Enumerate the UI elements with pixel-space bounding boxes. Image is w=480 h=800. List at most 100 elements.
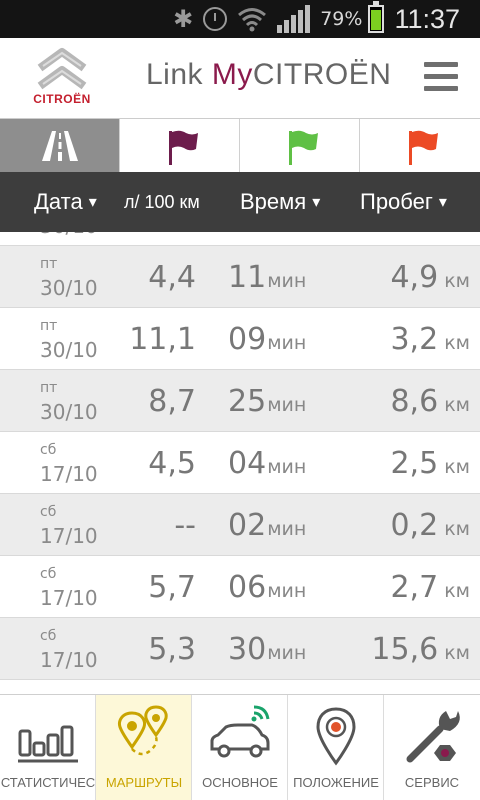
table-header: Дата ▾ л/ 100 км Время ▾ Пробег ▾ — [0, 172, 480, 232]
time-unit: мин — [267, 518, 307, 540]
trip-distance: 2,7 км — [390, 570, 470, 605]
column-time-label: Время — [240, 189, 307, 214]
trip-day: сб — [40, 504, 57, 520]
time-unit: мин — [267, 394, 307, 416]
table-row[interactable]: сб 17/10 -- 02мин 0,2 км — [0, 494, 480, 556]
tab-flag-red[interactable] — [360, 119, 480, 173]
trip-distance-value: 0,7 — [390, 232, 438, 233]
sort-arrow-icon: ▾ — [438, 194, 447, 211]
nav-routes[interactable]: МАРШРУТЫ — [96, 695, 192, 800]
distance-unit: км — [444, 394, 470, 416]
trip-distance: 0,2 км — [390, 508, 470, 543]
trip-consumption: 11,1 — [129, 322, 196, 357]
trip-consumption: -- — [174, 232, 196, 233]
time-unit: мин — [267, 332, 307, 354]
table-row[interactable]: сб 17/10 5,3 30мин 15,6 км — [0, 618, 480, 680]
trip-duration: 11мин — [228, 260, 306, 295]
trip-duration: 02мин — [228, 508, 306, 543]
trip-day: сб — [40, 628, 57, 644]
location-pin-icon — [316, 707, 356, 766]
trip-distance: 0,7км — [390, 232, 470, 233]
routes-icon — [118, 705, 168, 756]
tab-flag-purple[interactable] — [120, 119, 240, 173]
app-title-suffix: CITROËN — [252, 58, 392, 91]
trip-distance-value: 4,9 — [390, 260, 439, 295]
trip-consumption: -- — [174, 508, 196, 543]
nav-location[interactable]: ПОЛОЖЕНИЕ — [288, 695, 384, 800]
table-row[interactable]: сб 17/10 4,5 04мин 2,5 км — [0, 432, 480, 494]
distance-unit: км — [444, 518, 470, 540]
time-unit: мин — [267, 270, 307, 292]
bottom-navigation: СТАТИСТИЧЕС МАРШРУТЫ ОСНОВНОЕ ПОЛОЖЕНИЕ — [0, 694, 480, 800]
sort-by-time[interactable]: Время ▾ — [240, 172, 320, 232]
citroen-logo: CITROËN — [24, 46, 100, 112]
column-distance-label: Пробег — [360, 189, 433, 214]
distance-unit: км — [444, 332, 470, 354]
hamburger-menu-icon[interactable] — [424, 62, 458, 92]
alarm-icon — [203, 7, 228, 31]
table-row[interactable]: сб 17/10 5,7 06мин 2,7 км — [0, 556, 480, 618]
time-unit: мин — [267, 456, 307, 478]
distance-unit: км — [444, 642, 470, 664]
statistics-icon — [18, 725, 78, 763]
nav-service[interactable]: СЕРВИС — [384, 695, 480, 800]
trip-date: 17/10 — [40, 462, 98, 486]
trip-date: 30/10 — [40, 338, 98, 362]
table-row[interactable]: пт 30/10 8,7 25мин 8,6 км — [0, 370, 480, 432]
trip-rows: пт30/10--02мин0,7кмпт30/104,411мин4,9кмп… — [0, 232, 480, 680]
flag-icon — [409, 130, 438, 165]
app-title-prefix: Link — [146, 58, 212, 91]
road-icon — [42, 131, 78, 161]
trip-day: сб — [40, 566, 57, 582]
tab-flag-green[interactable] — [240, 119, 360, 173]
trip-day: пт — [40, 380, 58, 396]
trip-duration: 30мин — [228, 632, 306, 667]
trip-day: сб — [40, 442, 57, 458]
nav-label: МАРШРУТЫ — [105, 775, 183, 790]
trip-duration-value: 06 — [228, 570, 267, 605]
column-consumption[interactable]: л/ 100 км — [124, 172, 204, 232]
trip-distance: 3,2 км — [390, 322, 470, 357]
app-title-my: My — [211, 58, 253, 91]
trip-date: 17/10 — [40, 524, 98, 548]
trip-duration-value: 04 — [228, 446, 267, 481]
trip-list[interactable]: пт30/10--02мин0,7кмпт30/104,411мин4,9кмп… — [0, 232, 480, 694]
trip-consumption: 5,3 — [148, 632, 196, 667]
trip-duration-value: 25 — [228, 384, 267, 419]
nav-overview[interactable]: ОСНОВНОЕ — [192, 695, 288, 800]
nav-label: СЕРВИС — [404, 775, 460, 790]
tab-all-trips[interactable] — [0, 119, 120, 173]
flag-icon — [289, 130, 318, 165]
trip-duration-value: 30 — [228, 632, 267, 667]
trip-date: 17/10 — [40, 648, 98, 672]
sort-by-date[interactable]: Дата ▾ — [34, 172, 97, 232]
trip-date: 30/10 — [40, 232, 98, 238]
column-consumption-label: л/ 100 км — [124, 192, 200, 212]
trip-date: 30/10 — [40, 400, 98, 424]
trip-duration: 25мин — [228, 384, 306, 419]
trip-distance-value: 8,6 — [390, 384, 439, 419]
trip-duration-value: 09 — [228, 322, 267, 357]
sort-by-distance[interactable]: Пробег ▾ — [360, 172, 447, 232]
car-icon — [210, 705, 270, 758]
trip-consumption: 4,5 — [148, 446, 196, 481]
wifi-icon — [237, 6, 267, 32]
trip-consumption: 8,7 — [148, 384, 196, 419]
trip-duration: 02мин — [228, 232, 306, 233]
nav-statistics[interactable]: СТАТИСТИЧЕС — [0, 695, 96, 800]
distance-unit: км — [444, 580, 470, 602]
table-row[interactable]: пт30/10--02мин0,7км — [0, 232, 480, 246]
table-row[interactable]: пт 30/10 11,1 09мин 3,2 км — [0, 308, 480, 370]
status-bar: ✱ 79% 11:37 — [0, 0, 480, 38]
trip-day: пт — [40, 318, 58, 334]
trip-duration-value: 02 — [228, 232, 266, 233]
signal-icon — [277, 5, 311, 33]
service-tools-icon — [406, 711, 460, 763]
time-unit: мин — [267, 642, 307, 664]
bluetooth-icon: ✱ — [173, 5, 194, 33]
table-row[interactable]: пт 30/10 4,4 11мин 4,9 км — [0, 246, 480, 308]
trip-date: 17/10 — [40, 586, 98, 610]
clock: 11:37 — [394, 3, 460, 34]
distance-unit: км — [444, 270, 470, 292]
trip-distance-value: 0,2 — [390, 508, 439, 543]
